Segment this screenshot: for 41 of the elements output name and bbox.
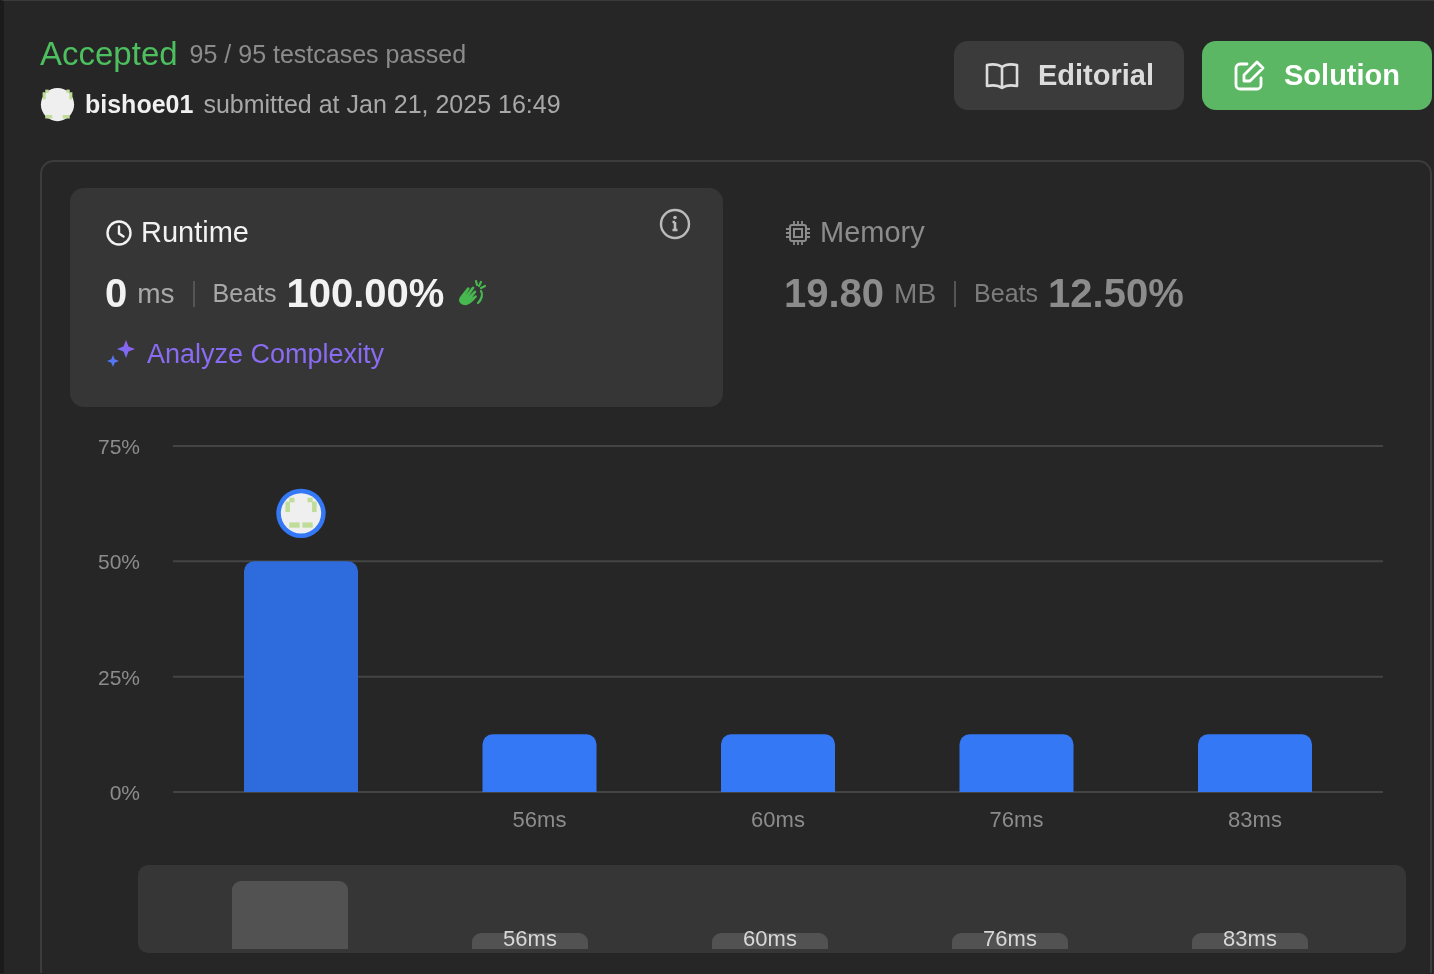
stat-title: Runtime bbox=[141, 216, 249, 249]
bar[interactable] bbox=[721, 734, 835, 792]
range-label: 60ms bbox=[743, 929, 797, 949]
x-axis-label: 83ms bbox=[1228, 807, 1282, 832]
info-icon[interactable] bbox=[659, 208, 691, 240]
y-axis-label: 75% bbox=[97, 435, 140, 458]
x-axis-label: 76ms bbox=[989, 807, 1044, 832]
y-axis-label: 0% bbox=[109, 781, 140, 804]
beats-percent: 100.00% bbox=[286, 271, 445, 316]
unit-text: ms bbox=[137, 277, 175, 310]
edit-icon bbox=[1232, 58, 1266, 93]
status-text: Accepted bbox=[40, 35, 178, 73]
clock-icon bbox=[105, 218, 133, 247]
range-label: 83ms bbox=[1223, 929, 1277, 949]
stat-title: Memory bbox=[820, 216, 925, 249]
y-axis-label: 50% bbox=[97, 550, 140, 574]
stat-value: 19.80 bbox=[784, 271, 885, 316]
chip-icon bbox=[784, 218, 812, 247]
beats-label: Beats bbox=[212, 279, 277, 308]
beats-percent: 12.50% bbox=[1048, 271, 1184, 316]
unit-text: MB bbox=[894, 277, 937, 310]
editorial-button[interactable]: Editorial bbox=[954, 41, 1184, 110]
range-label: 56ms bbox=[503, 929, 557, 949]
y-axis-label: 25% bbox=[97, 665, 140, 689]
range-selector[interactable]: 56ms 60ms 76ms 83ms bbox=[138, 865, 1406, 953]
x-axis-label: 60ms bbox=[751, 807, 805, 832]
username-link[interactable]: bishoe01 bbox=[85, 90, 194, 119]
avatar-marker-icon bbox=[276, 488, 326, 539]
submitted-text: submitted at Jan 21, 2025 16:49 bbox=[203, 90, 561, 119]
stat-card[interactable] bbox=[70, 188, 723, 407]
stat-value: 0 bbox=[105, 271, 128, 316]
book-icon bbox=[984, 60, 1020, 91]
bar[interactable] bbox=[1198, 734, 1312, 792]
bar[interactable] bbox=[959, 734, 1074, 792]
range-label: 76ms bbox=[983, 929, 1037, 949]
x-axis-label: 56ms bbox=[512, 807, 567, 832]
bar[interactable] bbox=[482, 734, 597, 792]
beats-label: Beats bbox=[974, 279, 1039, 308]
avatar-icon bbox=[40, 87, 75, 122]
analyze-complexity-link[interactable]: Analyze Complexity bbox=[147, 338, 385, 370]
testcases-text: 95 / 95 testcases passed bbox=[189, 39, 467, 69]
